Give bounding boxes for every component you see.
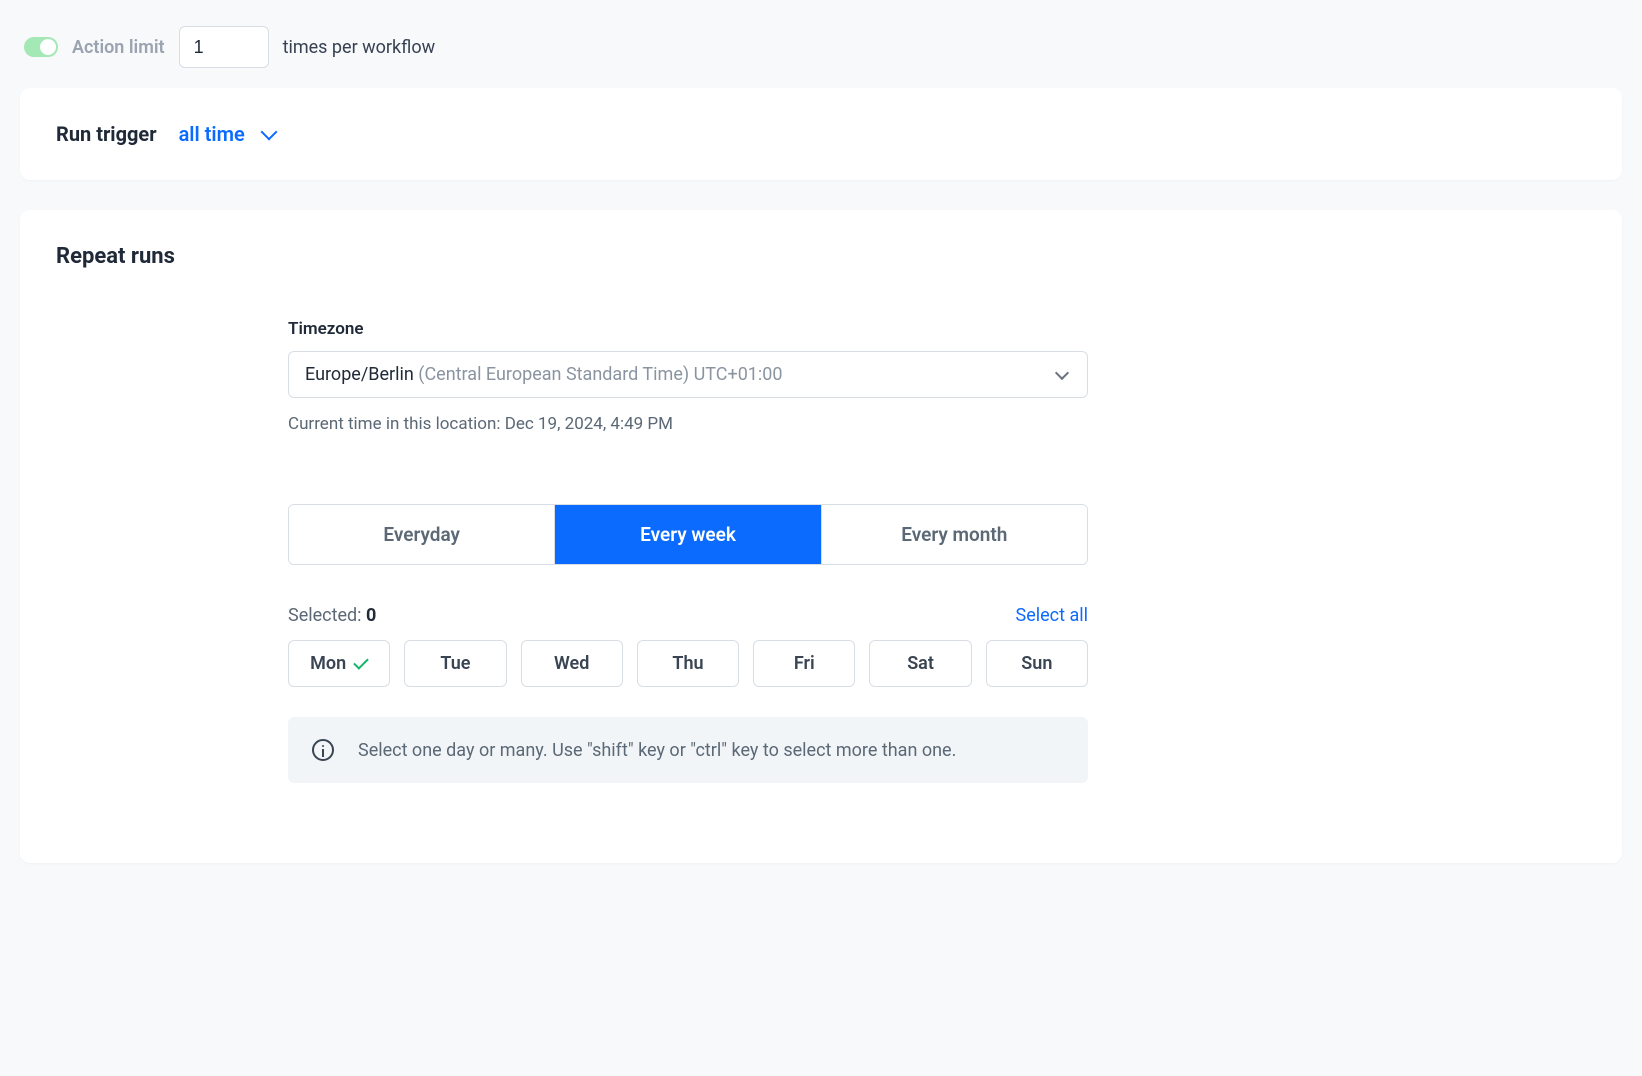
timezone-secondary: (Central European Standard Time) UTC+01:… [414, 364, 783, 385]
day-label: Sun [1021, 653, 1052, 674]
action-limit-label: Action limit [72, 37, 165, 58]
day-label: Thu [672, 653, 703, 674]
timezone-select[interactable]: Europe/Berlin (Central European Standard… [288, 351, 1088, 398]
day-wed[interactable]: Wed [521, 640, 623, 687]
run-trigger-card: Run trigger all time [20, 88, 1622, 180]
timezone-primary: Europe/Berlin [305, 364, 414, 385]
day-tue[interactable]: Tue [404, 640, 506, 687]
action-limit-toggle[interactable] [24, 37, 58, 57]
info-icon [312, 739, 334, 761]
day-sun[interactable]: Sun [986, 640, 1088, 687]
timezone-label: Timezone [288, 319, 1088, 339]
day-label: Mon [310, 653, 346, 674]
check-icon [353, 654, 369, 670]
frequency-everyday[interactable]: Everyday [289, 505, 555, 564]
selected-label: Selected: 0 [288, 605, 376, 626]
frequency-every-week[interactable]: Every week [555, 505, 821, 564]
day-label: Wed [554, 653, 589, 674]
select-all-link[interactable]: Select all [1016, 605, 1088, 626]
run-trigger-select[interactable]: all time [179, 122, 275, 146]
timezone-current-time: Current time in this location: Dec 19, 2… [288, 414, 1088, 434]
day-label: Fri [794, 653, 815, 674]
selection-row: Selected: 0 Select all [288, 605, 1088, 626]
frequency-every-month[interactable]: Every month [822, 505, 1087, 564]
action-limit-input[interactable] [179, 26, 269, 68]
day-mon[interactable]: Mon [288, 640, 390, 687]
info-notice: Select one day or many. Use "shift" key … [288, 717, 1088, 783]
chevron-down-icon [260, 124, 277, 141]
chevron-down-icon [1055, 365, 1069, 379]
repeat-runs-title: Repeat runs [56, 244, 1586, 269]
action-limit-suffix: times per workflow [283, 37, 436, 58]
selected-count: 0 [366, 605, 376, 626]
day-label: Tue [440, 653, 470, 674]
day-sat[interactable]: Sat [869, 640, 971, 687]
info-text: Select one day or many. Use "shift" key … [358, 740, 956, 761]
day-thu[interactable]: Thu [637, 640, 739, 687]
days-row: Mon Tue Wed Thu Fri [288, 640, 1088, 687]
day-label: Sat [907, 653, 934, 674]
frequency-group: Everyday Every week Every month [288, 504, 1088, 565]
run-trigger-value: all time [179, 122, 245, 146]
action-limit-row: Action limit times per workflow [20, 20, 1622, 88]
day-fri[interactable]: Fri [753, 640, 855, 687]
repeat-runs-card: Repeat runs Timezone Europe/Berlin (Cent… [20, 210, 1622, 863]
run-trigger-label: Run trigger [56, 122, 157, 146]
